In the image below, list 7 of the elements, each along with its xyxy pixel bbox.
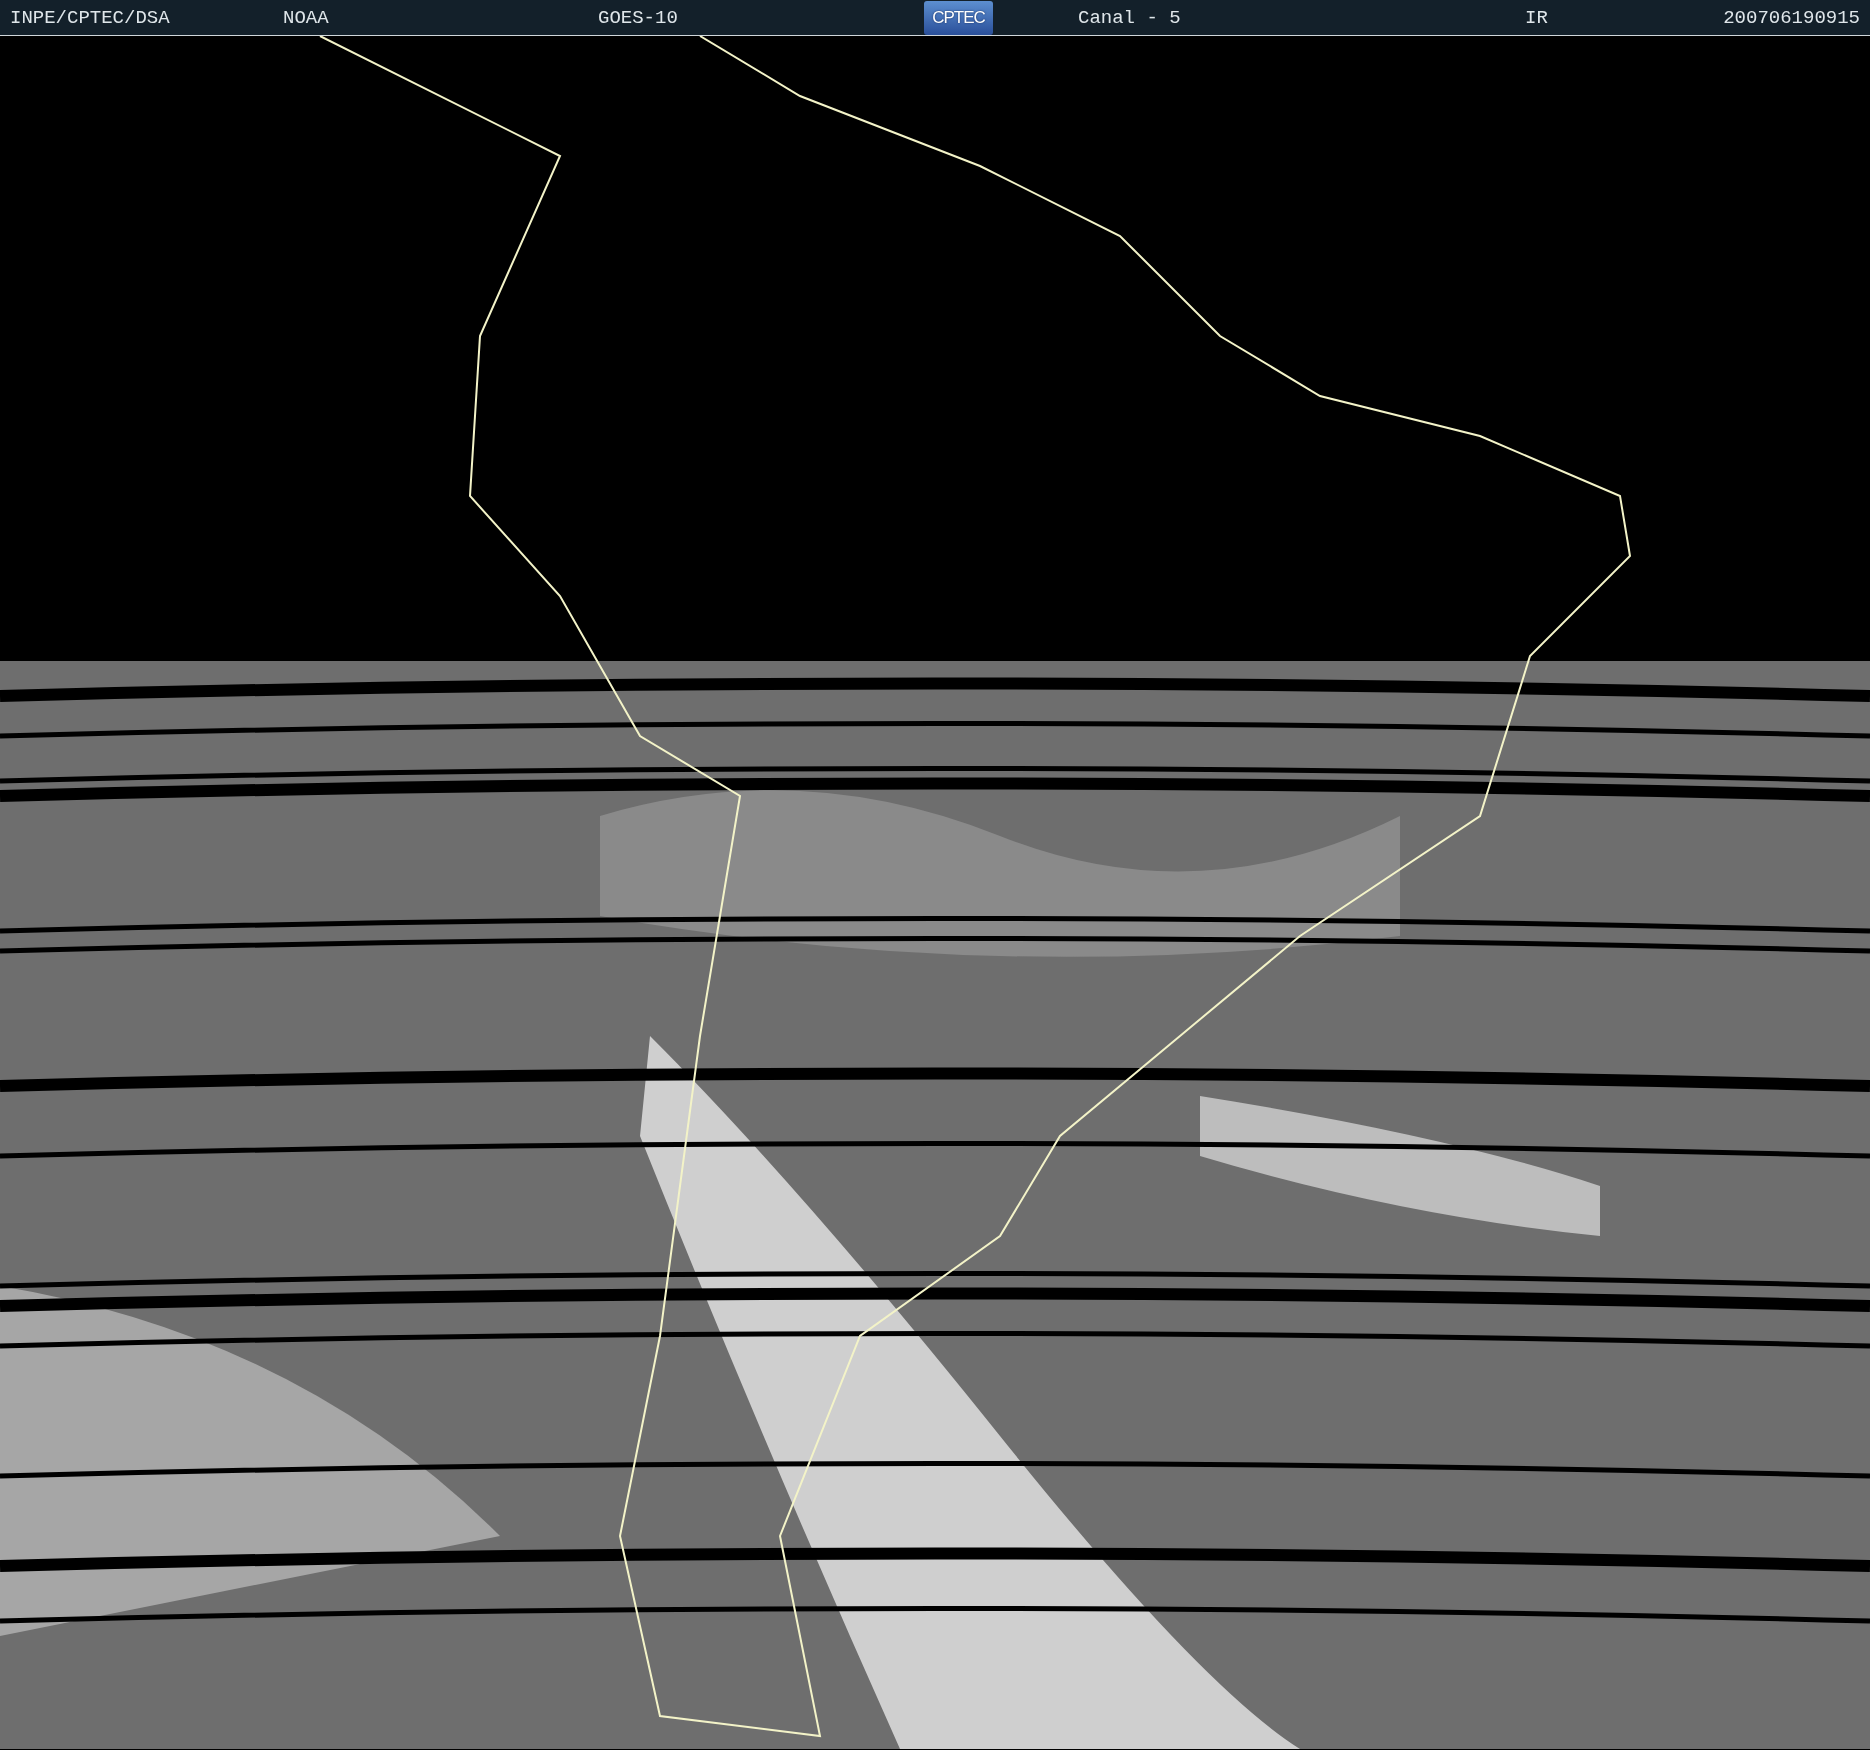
- agency-label: NOAA: [283, 6, 330, 29]
- satellite-label: GOES-10: [598, 6, 679, 29]
- timestamp-label: 200706190915: [1723, 6, 1860, 29]
- channel-label: Canal - 5: [1078, 6, 1182, 29]
- band-label: IR: [1525, 6, 1549, 29]
- logo: CPTEC: [924, 0, 993, 35]
- source-label: INPE/CPTEC/DSA: [10, 6, 171, 29]
